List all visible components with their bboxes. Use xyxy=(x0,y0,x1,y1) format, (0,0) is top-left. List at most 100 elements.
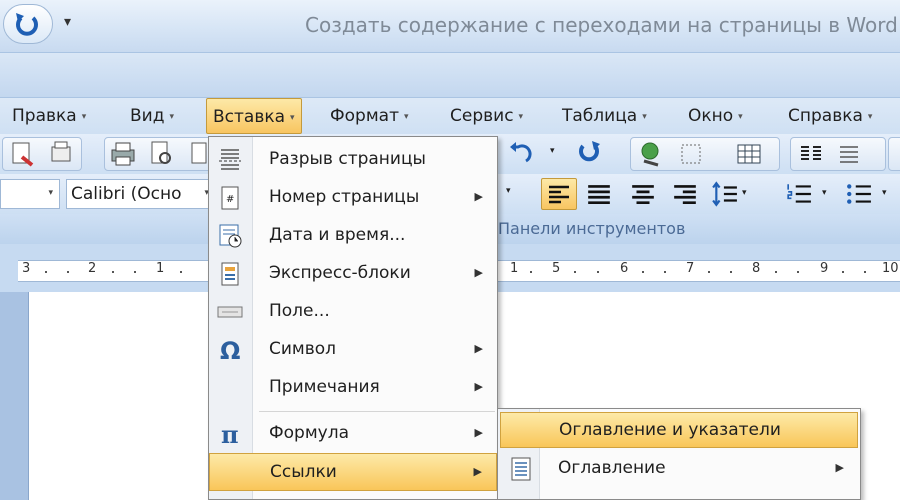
insert-table-icon[interactable] xyxy=(734,139,764,169)
chevron-down-icon[interactable]: ▾ xyxy=(506,186,511,196)
menu-item-label: Символ xyxy=(269,339,337,359)
align-right-icon[interactable] xyxy=(670,181,700,207)
ruler-tick xyxy=(842,271,844,273)
ruler-label: 1 xyxy=(156,261,165,276)
ruler-label: 9 xyxy=(820,261,829,276)
ruler-tick xyxy=(574,271,576,273)
pi-icon: π xyxy=(221,421,239,447)
chevron-down-icon: ▾ xyxy=(738,112,743,122)
title-bar: ▾ Создать содержание с переходами на стр… xyxy=(0,0,900,52)
ruler-tick xyxy=(67,271,69,273)
menu-window-label: Окно xyxy=(688,106,734,126)
menu-item-label: Примечания xyxy=(269,377,380,397)
ruler-tick xyxy=(864,271,866,273)
numbered-list-icon[interactable] xyxy=(784,181,814,207)
menu-tools[interactable]: Сервис ▾ xyxy=(444,98,529,134)
align-center-icon[interactable] xyxy=(628,181,658,207)
chevron-down-icon[interactable]: ▾ xyxy=(882,188,887,198)
menu-item-index-and-tables[interactable]: Оглавление и указатели xyxy=(500,412,858,448)
quick-parts-icon xyxy=(221,262,239,286)
borders-icon[interactable] xyxy=(676,139,706,169)
align-left-button[interactable] xyxy=(541,178,577,210)
menu-edit-label: Правка xyxy=(12,106,77,126)
chevron-down-icon: ▾ xyxy=(403,112,409,122)
ruler-label: 6 xyxy=(620,261,629,276)
menu-bar: Правка ▾ Вид ▾ Вставка ▾ Формат ▾ Сервис ▾ Та… xyxy=(0,98,900,134)
preview-icon[interactable] xyxy=(146,139,176,169)
ruler-tick xyxy=(708,271,710,273)
print-icon[interactable] xyxy=(108,139,138,169)
insert-menu: Разрыв страницы # Номер страницы ▶ Дата … xyxy=(208,136,498,500)
ruler-label: 10 xyxy=(882,261,899,276)
menu-table[interactable]: Таблица ▾ xyxy=(556,98,653,134)
ruler-tick xyxy=(134,271,136,273)
columns-icon[interactable] xyxy=(796,139,826,169)
submenu-arrow-icon: ▶ xyxy=(835,461,844,474)
undo-toolbar-icon[interactable] xyxy=(506,139,536,169)
text-direction-icon[interactable] xyxy=(834,139,864,169)
menu-item-page-break[interactable]: Разрыв страницы xyxy=(209,141,497,179)
submenu-arrow-icon: ▶ xyxy=(474,342,483,355)
ruler-tick xyxy=(664,271,666,273)
bullet-list-icon[interactable] xyxy=(844,181,874,207)
menu-format[interactable]: Формат ▾ xyxy=(324,98,415,134)
menu-item-comments[interactable]: Примечания ▶ xyxy=(209,369,497,407)
menu-help-label: Справка xyxy=(788,106,863,126)
page-break-icon xyxy=(219,149,241,170)
menu-item-label: Дата и время... xyxy=(269,225,406,245)
menu-edit[interactable]: Правка ▾ xyxy=(6,98,92,134)
hyperlink-icon[interactable] xyxy=(636,139,666,169)
quick-access-dropdown[interactable]: ▾ xyxy=(64,14,71,30)
toolbars-group-label: Панели инструментов xyxy=(498,219,686,238)
undo-button[interactable] xyxy=(3,4,53,44)
style-combo[interactable]: ▾ xyxy=(0,179,60,209)
chevron-down-icon[interactable]: ▾ xyxy=(822,188,827,198)
menu-item-label: Номер страницы xyxy=(269,187,420,207)
menu-help[interactable]: Справка ▾ xyxy=(782,98,878,134)
ruler-label: 3 xyxy=(22,261,31,276)
submenu-arrow-icon: ▶ xyxy=(474,266,483,279)
menu-window[interactable]: Окно ▾ xyxy=(682,98,749,134)
ruler-tick xyxy=(112,271,114,273)
line-spacing-icon[interactable] xyxy=(710,181,740,207)
font-name-combo[interactable]: Calibri (Осно ▾ xyxy=(66,179,216,209)
ruler-label: 8 xyxy=(752,261,761,276)
font-name-value: Calibri (Осно xyxy=(71,184,182,204)
menu-view[interactable]: Вид ▾ xyxy=(124,98,180,134)
chevron-down-icon[interactable]: ▾ xyxy=(742,188,747,198)
menu-insert-label: Вставка xyxy=(213,107,286,127)
menu-item-symbol[interactable]: Ω Символ ▶ xyxy=(209,331,497,369)
menu-item-label: Разрыв страницы xyxy=(269,149,426,169)
submenu-arrow-icon: ▶ xyxy=(474,426,483,439)
menu-view-label: Вид xyxy=(130,106,165,126)
menu-item-quick-parts[interactable]: Экспресс-блоки ▶ xyxy=(209,255,497,293)
menu-item-references[interactable]: Ссылки ▶ xyxy=(209,453,497,491)
chevron-down-icon: ▾ xyxy=(518,112,524,122)
window-title: Создать содержание с переходами на стран… xyxy=(305,13,898,37)
ruler-tick xyxy=(597,271,599,273)
menu-item-label: Поле... xyxy=(269,301,330,321)
print-preview-icon[interactable] xyxy=(46,139,76,169)
chevron-down-icon[interactable]: ▾ xyxy=(550,146,555,156)
undo-icon xyxy=(16,13,38,36)
ruler-tick xyxy=(180,271,182,273)
format-painter-icon[interactable] xyxy=(8,139,38,169)
align-justify-icon[interactable] xyxy=(584,181,614,207)
menu-item-field[interactable]: Поле... xyxy=(209,293,497,331)
chevron-down-icon: ▾ xyxy=(48,188,53,198)
svg-text:π: π xyxy=(221,421,239,447)
menu-item-equation[interactable]: π Формула ▶ xyxy=(209,415,497,453)
menu-item-table-of-contents[interactable]: Оглавление ▶ xyxy=(500,451,858,487)
menu-item-label: Оглавление xyxy=(558,458,666,478)
ruler-tick xyxy=(775,271,777,273)
redo-icon[interactable] xyxy=(574,139,604,169)
svg-text:Ω: Ω xyxy=(220,337,240,363)
omega-icon: Ω xyxy=(220,337,240,363)
menu-item-date-time[interactable]: Дата и время... xyxy=(209,217,497,255)
ruler-label: 5 xyxy=(552,261,561,276)
submenu-arrow-icon: ▶ xyxy=(473,465,482,478)
menu-item-page-number[interactable]: # Номер страницы ▶ xyxy=(209,179,497,217)
align-left-icon xyxy=(549,185,569,204)
menu-insert[interactable]: Вставка ▾ xyxy=(206,98,302,134)
submenu-arrow-icon: ▶ xyxy=(474,190,483,203)
